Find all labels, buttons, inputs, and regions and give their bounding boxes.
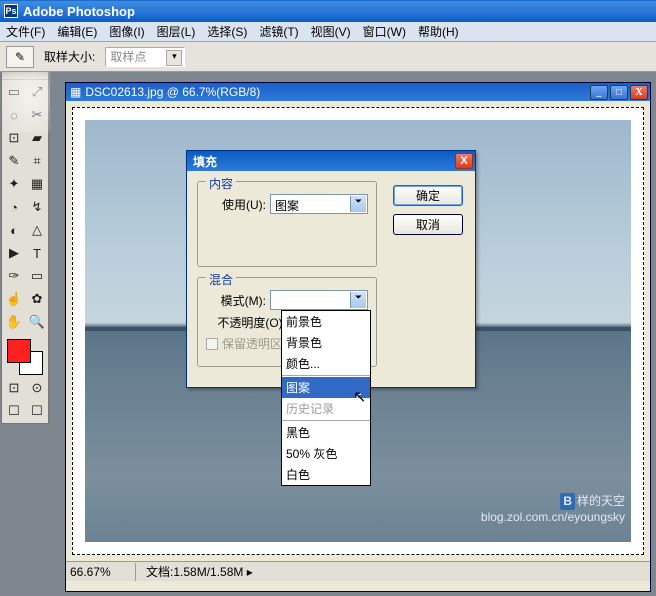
tool-crop[interactable]: ⊡ xyxy=(3,127,25,149)
opt-pattern[interactable]: 图案 xyxy=(282,377,370,398)
tool-pen[interactable]: ✑ xyxy=(3,265,25,287)
tool-hand[interactable]: ✋ xyxy=(3,311,25,333)
doc-close-button[interactable]: X xyxy=(630,85,648,100)
tool-notes[interactable]: ☝ xyxy=(3,288,25,310)
watermark: B样的天空 blog.zol.com.cn/eyoungsky xyxy=(481,493,625,524)
tool-quickmask[interactable]: ⊡ xyxy=(3,377,25,399)
tool-shape[interactable]: ▭ xyxy=(26,265,48,287)
tool-history-brush[interactable]: ▦ xyxy=(26,173,48,195)
tool-path[interactable]: ▶ xyxy=(3,242,25,264)
doc-stat-flyout-icon[interactable]: ▸ xyxy=(247,565,253,579)
app-icon: Ps xyxy=(4,4,18,18)
opt-white[interactable]: 白色 xyxy=(282,464,370,485)
dialog-titlebar[interactable]: 填充 X xyxy=(187,151,475,171)
tool-blur[interactable]: ◐ xyxy=(3,219,25,241)
menu-window[interactable]: 窗口(W) xyxy=(357,21,412,42)
cancel-button[interactable]: 取消 xyxy=(393,214,463,235)
content-fieldset: 内容 使用(U): 图案 xyxy=(197,181,377,267)
doc-minimize-button[interactable]: _ xyxy=(590,85,608,100)
menu-bar: 文件(F) 编辑(E) 图像(I) 图层(L) 选择(S) 滤镜(T) 视图(V… xyxy=(0,22,656,42)
doc-maximize-button[interactable]: □ xyxy=(610,85,628,100)
eyedropper-icon[interactable]: ✎ xyxy=(6,46,34,68)
menu-filter[interactable]: 滤镜(T) xyxy=(253,21,304,42)
foreground-color-swatch[interactable] xyxy=(7,339,31,363)
tool-slice[interactable]: ▰ xyxy=(26,127,48,149)
tool-dodge[interactable]: △ xyxy=(26,219,48,241)
use-dropdown[interactable]: 图案 xyxy=(270,194,368,214)
menu-file[interactable]: 文件(F) xyxy=(0,21,51,42)
document-titlebar[interactable]: ▦ DSC02613.jpg @ 66.7%(RGB/8) _ □ X xyxy=(66,83,650,101)
menu-select[interactable]: 选择(S) xyxy=(201,21,253,42)
mode-dropdown[interactable] xyxy=(270,290,368,310)
tool-type[interactable]: T xyxy=(26,242,48,264)
tool-gradient[interactable]: ↯ xyxy=(26,196,48,218)
menu-edit[interactable]: 编辑(E) xyxy=(51,21,103,42)
separator xyxy=(282,375,370,376)
opt-background[interactable]: 背景色 xyxy=(282,332,370,353)
tool-wand[interactable]: ✂ xyxy=(26,104,48,126)
workspace: ▭ ⤢ ◌ ✂ ⊡ ▰ ✎ ⌗ ✦ ▦ ◔ ↯ ◐ △ ▶ T ✑ ▭ ☝ ✿ … xyxy=(0,72,656,596)
menu-image[interactable]: 图像(I) xyxy=(103,21,150,42)
zoom-field[interactable]: 66.67% xyxy=(66,563,136,581)
dialog-close-button[interactable]: X xyxy=(455,153,473,169)
doc-stat-label: 文档: xyxy=(146,565,173,579)
document-icon: ▦ xyxy=(70,85,81,99)
opt-foreground[interactable]: 前景色 xyxy=(282,311,370,332)
sample-size-select[interactable]: 取样点 xyxy=(105,47,185,67)
preserve-label: 保留透明区 xyxy=(222,335,282,352)
use-label: 使用(U): xyxy=(206,196,266,213)
app-title: Adobe Photoshop xyxy=(23,4,135,19)
dialog-title: 填充 xyxy=(193,153,217,170)
sample-size-label: 取样大小: xyxy=(44,48,95,65)
opt-gray[interactable]: 50% 灰色 xyxy=(282,443,370,464)
doc-stat-value: 1.58M/1.58M xyxy=(173,565,243,579)
opt-black[interactable]: 黑色 xyxy=(282,422,370,443)
toolbox-header xyxy=(2,72,48,80)
ok-button[interactable]: 确定 xyxy=(393,185,463,206)
use-dropdown-list: 前景色 背景色 颜色... 图案 历史记录 黑色 50% 灰色 白色 xyxy=(281,310,371,486)
menu-view[interactable]: 视图(V) xyxy=(305,21,357,42)
tool-stamp[interactable]: ✦ xyxy=(3,173,25,195)
tool-marquee[interactable]: ▭ xyxy=(3,81,25,103)
preserve-checkbox[interactable] xyxy=(206,338,218,350)
tool-screen-mode[interactable]: ⊙ xyxy=(26,377,48,399)
opt-color[interactable]: 颜色... xyxy=(282,353,370,374)
tool-move[interactable]: ⤢ xyxy=(26,81,48,103)
color-swatches xyxy=(2,336,48,376)
options-bar: ✎ 取样大小: 取样点 xyxy=(0,42,656,72)
mode-label: 模式(M): xyxy=(206,292,266,309)
blend-legend: 混合 xyxy=(206,271,236,288)
tool-eraser[interactable]: ◔ xyxy=(3,196,25,218)
app-titlebar: Ps Adobe Photoshop xyxy=(0,0,656,22)
tool-zoom[interactable]: 🔍 xyxy=(26,311,48,333)
toolbox: ▭ ⤢ ◌ ✂ ⊡ ▰ ✎ ⌗ ✦ ▦ ◔ ↯ ◐ △ ▶ T ✑ ▭ ☝ ✿ … xyxy=(1,72,49,424)
tool-eyedropper[interactable]: ✿ xyxy=(26,288,48,310)
menu-layer[interactable]: 图层(L) xyxy=(151,21,202,42)
opt-history[interactable]: 历史记录 xyxy=(282,398,370,419)
tool-lasso[interactable]: ◌ xyxy=(3,104,25,126)
tool-std-window[interactable]: ☐ xyxy=(3,400,25,422)
document-title: DSC02613.jpg @ 66.7%(RGB/8) xyxy=(85,85,260,99)
tool-heal[interactable]: ✎ xyxy=(3,150,25,172)
content-legend: 内容 xyxy=(206,175,236,192)
menu-help[interactable]: 帮助(H) xyxy=(412,21,465,42)
opacity-label: 不透明度(O): xyxy=(206,314,286,331)
tool-full-window[interactable]: ☐ xyxy=(26,400,48,422)
document-statusbar: 66.67% 文档:1.58M/1.58M ▸ xyxy=(66,561,650,581)
tool-brush[interactable]: ⌗ xyxy=(26,150,48,172)
separator xyxy=(282,420,370,421)
